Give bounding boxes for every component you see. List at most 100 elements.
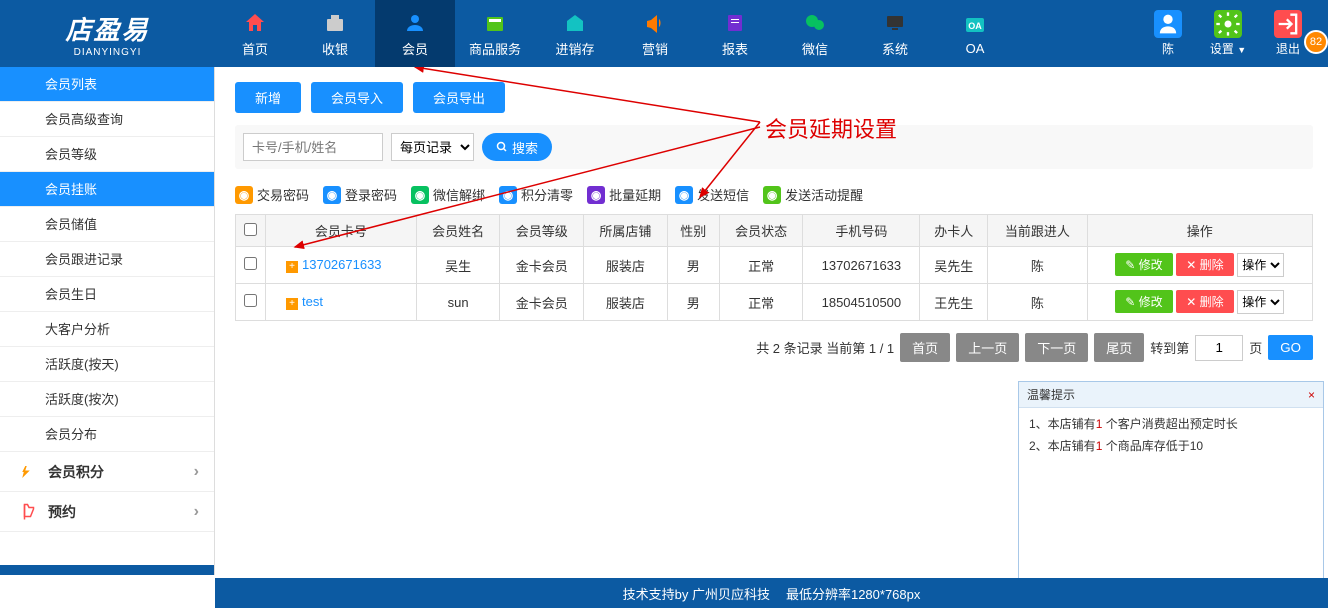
sidebar: 会员列表会员高级查询会员等级会员挂账会员储值会员跟进记录会员生日大客户分析活跃度… [0, 67, 215, 575]
pager-next-button[interactable]: 下一页 [1025, 333, 1088, 362]
th-8: 办卡人 [920, 215, 988, 247]
cell-phone: 13702671633 [803, 247, 920, 284]
sidebar-item-7[interactable]: 大客户分析 [0, 312, 214, 347]
action-icon: ◉ [587, 186, 605, 204]
action-link-3[interactable]: ◉积分清零 [499, 185, 573, 204]
member-table: 会员卡号会员姓名会员等级所属店铺性别会员状态手机号码办卡人当前跟进人操作 +13… [235, 214, 1313, 321]
sidebar-item-2[interactable]: 会员等级 [0, 137, 214, 172]
expand-icon[interactable]: + [286, 298, 298, 310]
cell-name: 吴生 [416, 247, 500, 284]
nav-item-4[interactable]: 进销存 [535, 0, 615, 67]
select-all-checkbox[interactable] [244, 223, 257, 236]
header: 店盈易 DIANYINGYI 首页收银会员商品服务进销存营销报表微信系统OAOA… [0, 0, 1328, 67]
notification-badge[interactable]: 82 [1304, 30, 1328, 54]
action-label: 发送活动提醒 [785, 185, 863, 204]
nav-label: 首页 [242, 39, 268, 58]
action-icon: ◉ [675, 186, 693, 204]
nav-label: 系统 [882, 39, 908, 58]
sidebar-item-1[interactable]: 会员高级查询 [0, 102, 214, 137]
pager-goto-label: 转到第 [1150, 338, 1189, 357]
export-button[interactable]: 会员导出 [413, 82, 505, 113]
nav-item-9[interactable]: OAOA [935, 0, 1015, 67]
th-2: 会员姓名 [416, 215, 500, 247]
pager-page-unit: 页 [1249, 338, 1262, 357]
cell-status: 正常 [719, 247, 803, 284]
hr-label: 陈 [1162, 40, 1174, 57]
group-icon [20, 463, 38, 481]
edit-button[interactable]: ✎ 修改 [1115, 253, 1172, 276]
action-link-4[interactable]: ◉批量延期 [587, 185, 661, 204]
cell-follower: 陈 [988, 284, 1087, 321]
th-3: 会员等级 [500, 215, 584, 247]
pager-first-button[interactable]: 首页 [900, 333, 950, 362]
action-icon: ◉ [763, 186, 781, 204]
search-icon [496, 141, 508, 153]
op-select[interactable]: 操作 [1237, 253, 1284, 277]
sidebar-group-1[interactable]: 预约› [0, 492, 214, 532]
action-icon: ◉ [499, 186, 517, 204]
nav-icon [241, 9, 269, 37]
tip-close-icon[interactable]: × [1308, 388, 1315, 402]
row-checkbox[interactable] [244, 294, 257, 307]
search-label: 搜索 [512, 138, 538, 157]
action-link-6[interactable]: ◉发送活动提醒 [763, 185, 863, 204]
edit-button[interactable]: ✎ 修改 [1115, 290, 1172, 313]
th-checkbox [236, 215, 266, 247]
import-button[interactable]: 会员导入 [311, 82, 403, 113]
expand-icon[interactable]: + [286, 261, 298, 273]
sidebar-item-3[interactable]: 会员挂账 [0, 172, 214, 207]
tip-line: 2、本店铺有1 个商品库存低于10 [1029, 436, 1313, 458]
tip-panel: 温馨提示 × 1、本店铺有1 个客户消费超出预定时长2、本店铺有1 个商品库存低… [1018, 381, 1324, 591]
header-right-0[interactable]: 陈 [1138, 10, 1198, 57]
delete-button[interactable]: ✕ 删除 [1176, 290, 1233, 313]
action-link-0[interactable]: ◉交易密码 [235, 185, 309, 204]
nav-item-8[interactable]: 系统 [855, 0, 935, 67]
nav-icon [881, 9, 909, 37]
sidebar-item-9[interactable]: 活跃度(按次) [0, 382, 214, 417]
sidebar-item-8[interactable]: 活跃度(按天) [0, 347, 214, 382]
action-bar: ◉交易密码◉登录密码◉微信解绑◉积分清零◉批量延期◉发送短信◉发送活动提醒 [235, 181, 1313, 208]
pager-go-button[interactable]: GO [1268, 335, 1313, 360]
nav-item-2[interactable]: 会员 [375, 0, 455, 67]
nav-label: 进销存 [555, 39, 594, 58]
search-button[interactable]: 搜索 [482, 133, 552, 161]
nav-icon [721, 9, 749, 37]
action-link-2[interactable]: ◉微信解绑 [411, 185, 485, 204]
sidebar-group-0[interactable]: 会员积分› [0, 452, 214, 492]
pager-last-button[interactable]: 尾页 [1094, 333, 1144, 362]
card-link[interactable]: 13702671633 [302, 257, 382, 272]
action-icon: ◉ [323, 186, 341, 204]
row-checkbox[interactable] [244, 257, 257, 270]
nav-item-0[interactable]: 首页 [215, 0, 295, 67]
search-input[interactable] [243, 133, 383, 161]
nav-item-6[interactable]: 报表 [695, 0, 775, 67]
pager-page-input[interactable] [1195, 335, 1243, 361]
cell-name: sun [416, 284, 500, 321]
chevron-right-icon: › [194, 503, 199, 521]
sidebar-item-10[interactable]: 会员分布 [0, 417, 214, 452]
nav-item-5[interactable]: 营销 [615, 0, 695, 67]
sidebar-item-4[interactable]: 会员储值 [0, 207, 214, 242]
nav-item-7[interactable]: 微信 [775, 0, 855, 67]
records-per-page-select[interactable]: 每页记录 [391, 133, 474, 161]
nav-item-3[interactable]: 商品服务 [455, 0, 535, 67]
op-select[interactable]: 操作 [1237, 290, 1284, 314]
action-icon: ◉ [411, 186, 429, 204]
sidebar-item-0[interactable]: 会员列表 [0, 67, 214, 102]
hr-label: 退出 [1276, 40, 1300, 57]
new-button[interactable]: 新增 [235, 82, 301, 113]
header-right-1[interactable]: 设置 ▼ [1198, 10, 1258, 57]
card-link[interactable]: test [302, 294, 323, 309]
th-10: 操作 [1087, 215, 1312, 247]
sidebar-item-6[interactable]: 会员生日 [0, 277, 214, 312]
action-link-1[interactable]: ◉登录密码 [323, 185, 397, 204]
sidebar-item-5[interactable]: 会员跟进记录 [0, 242, 214, 277]
logo-sub: DIANYINGYI [74, 47, 142, 58]
delete-button[interactable]: ✕ 删除 [1176, 253, 1233, 276]
nav-item-1[interactable]: 收银 [295, 0, 375, 67]
nav-icon [561, 9, 589, 37]
cell-status: 正常 [719, 284, 803, 321]
action-link-5[interactable]: ◉发送短信 [675, 185, 749, 204]
nav-icon: OA [961, 11, 989, 39]
pager-prev-button[interactable]: 上一页 [956, 333, 1019, 362]
